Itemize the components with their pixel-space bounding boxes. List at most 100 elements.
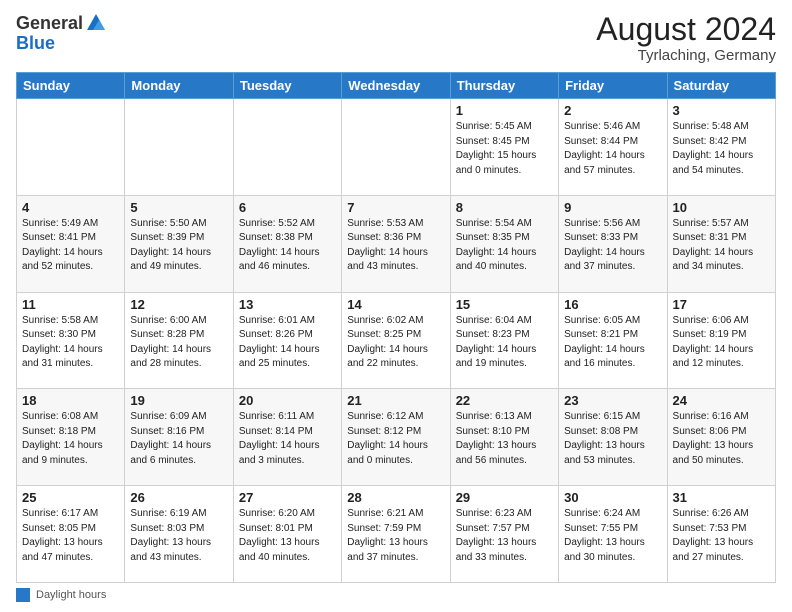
col-sunday: Sunday xyxy=(17,73,125,99)
day-number: 12 xyxy=(130,297,227,312)
table-row: 25Sunrise: 6:17 AM Sunset: 8:05 PM Dayli… xyxy=(17,486,125,583)
day-number: 24 xyxy=(673,393,770,408)
table-row: 24 Sunrise: 6:16 AM Sunset: 8:06 PM Dayli… xyxy=(667,389,775,486)
table-row: 30 Sunrise: 6:24 AM Sunset: 7:55 PM Dayli… xyxy=(559,486,667,583)
day-detail: Sunrise: 5:45 AM Sunset: 8:45 PM Dayligh… xyxy=(456,120,553,178)
day-number: 28 xyxy=(347,490,444,505)
day-detail: Sunrise: 6:20 AM Sunset: 8:01 PM Dayligh… xyxy=(239,507,336,565)
day-number: 8 xyxy=(456,200,553,215)
day-detail: Sunrise: 6:09 AM Sunset: 8:16 PM Dayligh… xyxy=(130,410,227,468)
day-detail: Sunrise: 5:56 AM Sunset: 8:33 PM Dayligh… xyxy=(564,217,661,275)
table-row: 9 Sunrise: 5:56 AM Sunset: 8:33 PM Daylig… xyxy=(559,195,667,292)
calendar-table: Sunday Monday Tuesday Wednesday Thursday… xyxy=(16,72,776,583)
day-number: 27 xyxy=(239,490,336,505)
day-detail: Sunrise: 6:02 AM Sunset: 8:25 PM Dayligh… xyxy=(347,314,444,372)
table-row: 27 Sunrise: 6:20 AM Sunset: 8:01 PM Dayli… xyxy=(233,486,341,583)
day-detail: Sunrise: 6:00 AM Sunset: 8:28 PM Dayligh… xyxy=(130,314,227,372)
day-number: 22 xyxy=(456,393,553,408)
day-number: 26 xyxy=(130,490,227,505)
table-row: 17 Sunrise: 6:06 AM Sunset: 8:19 PM Dayli… xyxy=(667,292,775,389)
day-number: 9 xyxy=(564,200,661,215)
day-detail: Sunrise: 6:24 AM Sunset: 7:55 PM Dayligh… xyxy=(564,507,661,565)
day-detail: Sunrise: 6:15 AM Sunset: 8:08 PM Dayligh… xyxy=(564,410,661,468)
table-row: 23 Sunrise: 6:15 AM Sunset: 8:08 PM Dayli… xyxy=(559,389,667,486)
col-monday: Monday xyxy=(125,73,233,99)
day-detail: Sunrise: 5:48 AM Sunset: 8:42 PM Dayligh… xyxy=(673,120,770,178)
day-number: 5 xyxy=(130,200,227,215)
day-detail: Sunrise: 6:17 AM Sunset: 8:05 PM Dayligh… xyxy=(22,507,119,565)
footer: Daylight hours xyxy=(16,588,776,602)
day-number: 23 xyxy=(564,393,661,408)
title-block: August 2024 Tyrlaching, Germany xyxy=(596,12,776,64)
page: General Blue August 2024 Tyrlaching, Ger… xyxy=(0,0,792,612)
calendar-week-1: 1 Sunrise: 5:45 AM Sunset: 8:45 PM Daylig… xyxy=(17,99,776,196)
col-saturday: Saturday xyxy=(667,73,775,99)
table-row xyxy=(342,99,450,196)
table-row: 8 Sunrise: 5:54 AM Sunset: 8:35 PM Daylig… xyxy=(450,195,558,292)
calendar-week-3: 11Sunrise: 5:58 AM Sunset: 8:30 PM Dayli… xyxy=(17,292,776,389)
day-number: 7 xyxy=(347,200,444,215)
calendar-week-2: 4 Sunrise: 5:49 AM Sunset: 8:41 PM Daylig… xyxy=(17,195,776,292)
logo-general: General xyxy=(16,14,83,32)
day-detail: Sunrise: 6:01 AM Sunset: 8:26 PM Dayligh… xyxy=(239,314,336,372)
day-detail: Sunrise: 6:23 AM Sunset: 7:57 PM Dayligh… xyxy=(456,507,553,565)
day-detail: Sunrise: 6:21 AM Sunset: 7:59 PM Dayligh… xyxy=(347,507,444,565)
table-row xyxy=(233,99,341,196)
day-detail: Sunrise: 5:52 AM Sunset: 8:38 PM Dayligh… xyxy=(239,217,336,275)
day-number: 4 xyxy=(22,200,119,215)
day-detail: Sunrise: 6:11 AM Sunset: 8:14 PM Dayligh… xyxy=(239,410,336,468)
month-year: August 2024 xyxy=(596,12,776,47)
day-detail: Sunrise: 6:06 AM Sunset: 8:19 PM Dayligh… xyxy=(673,314,770,372)
table-row: 14Sunrise: 6:02 AM Sunset: 8:25 PM Dayli… xyxy=(342,292,450,389)
table-row: 16 Sunrise: 6:05 AM Sunset: 8:21 PM Dayli… xyxy=(559,292,667,389)
day-number: 13 xyxy=(239,297,336,312)
day-number: 21 xyxy=(347,393,444,408)
logo: General Blue xyxy=(16,12,107,52)
day-detail: Sunrise: 5:49 AM Sunset: 8:41 PM Dayligh… xyxy=(22,217,119,275)
table-row: 29Sunrise: 6:23 AM Sunset: 7:57 PM Dayli… xyxy=(450,486,558,583)
day-number: 17 xyxy=(673,297,770,312)
day-number: 10 xyxy=(673,200,770,215)
day-detail: Sunrise: 5:58 AM Sunset: 8:30 PM Dayligh… xyxy=(22,314,119,372)
day-detail: Sunrise: 5:57 AM Sunset: 8:31 PM Dayligh… xyxy=(673,217,770,275)
day-detail: Sunrise: 6:12 AM Sunset: 8:12 PM Dayligh… xyxy=(347,410,444,468)
table-row: 2Sunrise: 5:46 AM Sunset: 8:44 PM Daylig… xyxy=(559,99,667,196)
logo-blue: Blue xyxy=(16,34,107,52)
table-row xyxy=(125,99,233,196)
day-number: 30 xyxy=(564,490,661,505)
table-row: 22 Sunrise: 6:13 AM Sunset: 8:10 PM Dayli… xyxy=(450,389,558,486)
table-row: 12 Sunrise: 6:00 AM Sunset: 8:28 PM Dayli… xyxy=(125,292,233,389)
col-wednesday: Wednesday xyxy=(342,73,450,99)
day-number: 18 xyxy=(22,393,119,408)
table-row: 6 Sunrise: 5:52 AM Sunset: 8:38 PM Daylig… xyxy=(233,195,341,292)
table-row: 7Sunrise: 5:53 AM Sunset: 8:36 PM Daylig… xyxy=(342,195,450,292)
logo-icon xyxy=(85,12,107,34)
table-row: 1 Sunrise: 5:45 AM Sunset: 8:45 PM Daylig… xyxy=(450,99,558,196)
day-number: 1 xyxy=(456,103,553,118)
location: Tyrlaching, Germany xyxy=(596,47,776,64)
day-detail: Sunrise: 6:16 AM Sunset: 8:06 PM Dayligh… xyxy=(673,410,770,468)
header: General Blue August 2024 Tyrlaching, Ger… xyxy=(16,12,776,64)
calendar-week-5: 25Sunrise: 6:17 AM Sunset: 8:05 PM Dayli… xyxy=(17,486,776,583)
day-detail: Sunrise: 6:13 AM Sunset: 8:10 PM Dayligh… xyxy=(456,410,553,468)
day-number: 6 xyxy=(239,200,336,215)
day-detail: Sunrise: 6:26 AM Sunset: 7:53 PM Dayligh… xyxy=(673,507,770,565)
table-row: 18Sunrise: 6:08 AM Sunset: 8:18 PM Dayli… xyxy=(17,389,125,486)
table-row: 28 Sunrise: 6:21 AM Sunset: 7:59 PM Dayli… xyxy=(342,486,450,583)
table-row: 13 Sunrise: 6:01 AM Sunset: 8:26 PM Dayli… xyxy=(233,292,341,389)
col-tuesday: Tuesday xyxy=(233,73,341,99)
table-row: 31 Sunrise: 6:26 AM Sunset: 7:53 PM Dayli… xyxy=(667,486,775,583)
day-detail: Sunrise: 6:04 AM Sunset: 8:23 PM Dayligh… xyxy=(456,314,553,372)
table-row: 5Sunrise: 5:50 AM Sunset: 8:39 PM Daylig… xyxy=(125,195,233,292)
day-number: 31 xyxy=(673,490,770,505)
day-detail: Sunrise: 5:54 AM Sunset: 8:35 PM Dayligh… xyxy=(456,217,553,275)
daylight-label: Daylight hours xyxy=(36,589,106,601)
table-row: 26Sunrise: 6:19 AM Sunset: 8:03 PM Dayli… xyxy=(125,486,233,583)
daylight-box xyxy=(16,588,30,602)
day-number: 15 xyxy=(456,297,553,312)
table-row: 10 Sunrise: 5:57 AM Sunset: 8:31 PM Dayli… xyxy=(667,195,775,292)
day-number: 3 xyxy=(673,103,770,118)
day-detail: Sunrise: 6:05 AM Sunset: 8:21 PM Dayligh… xyxy=(564,314,661,372)
table-row: 20Sunrise: 6:11 AM Sunset: 8:14 PM Dayli… xyxy=(233,389,341,486)
day-number: 16 xyxy=(564,297,661,312)
